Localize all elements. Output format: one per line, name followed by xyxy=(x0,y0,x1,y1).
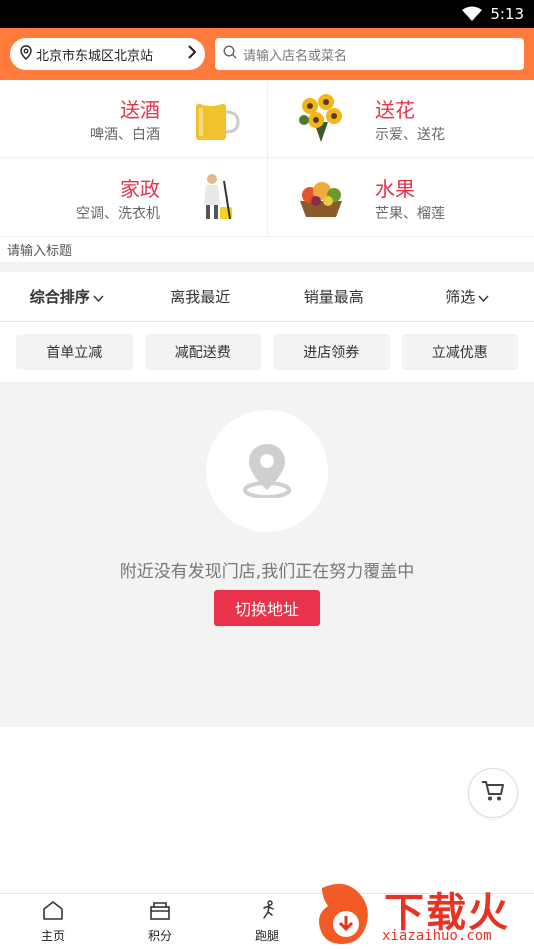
sort-label: 销量最高 xyxy=(303,288,364,306)
status-time: 5:13 xyxy=(490,5,524,23)
category-title: 送花 xyxy=(375,98,415,122)
category-subtitle: 啤酒、白酒 xyxy=(90,127,160,143)
promo-chip[interactable]: 减配送费 xyxy=(144,334,261,370)
nav-home[interactable]: 主页 xyxy=(23,900,83,944)
divider xyxy=(0,262,534,272)
promo-chip[interactable]: 首单立减 xyxy=(16,334,133,370)
location-pin-icon xyxy=(20,44,32,64)
chevron-down-icon xyxy=(93,288,104,306)
sort-comprehensive[interactable]: 综合排序 xyxy=(0,286,134,307)
promo-filters: 首单立减 减配送费 进店领券 立减优惠 xyxy=(16,334,518,370)
flame-logo-icon xyxy=(319,883,368,944)
search-input[interactable]: 请输入店名或菜名 xyxy=(215,38,524,70)
beer-mug-icon xyxy=(195,94,240,140)
category-subtitle: 空调、洗衣机 xyxy=(76,206,160,222)
category-fruit[interactable]: 水果 芒果、榴莲 xyxy=(267,159,534,237)
search-icon xyxy=(223,45,237,63)
fruit-basket-icon xyxy=(300,182,342,217)
nav-label: 积分 xyxy=(147,929,172,943)
status-bar: 5:13 xyxy=(0,0,534,28)
category-wine[interactable]: 送酒 啤酒、白酒 xyxy=(0,80,267,158)
sort-label: 离我最近 xyxy=(170,288,231,306)
wifi-icon xyxy=(462,6,483,22)
section-title-placeholder: 请输入标题 xyxy=(7,244,73,259)
watermark: 下载火 xiazaihuo.com xyxy=(314,878,534,949)
sunflower-bouquet-icon xyxy=(299,94,342,142)
sort-filter[interactable]: 筛选 xyxy=(401,286,534,307)
category-title: 水果 xyxy=(375,177,415,201)
empty-state-message: 附近没有发现门店,我们正在努力覆盖中 xyxy=(119,562,415,582)
promo-chip[interactable]: 进店领券 xyxy=(273,334,390,370)
cleaner-icon xyxy=(204,174,232,220)
location-text: 北京市东城区北京站 xyxy=(36,48,154,64)
category-subtitle: 示爱、送花 xyxy=(375,127,445,143)
search-placeholder: 请输入店名或菜名 xyxy=(243,48,348,64)
sort-label: 综合排序 xyxy=(29,288,90,306)
sort-nearest[interactable]: 离我最近 xyxy=(134,286,268,307)
category-title: 家政 xyxy=(120,177,160,201)
running-icon xyxy=(256,900,278,923)
empty-state: 附近没有发现门店,我们正在努力覆盖中 切换地址 xyxy=(0,382,534,727)
gift-icon xyxy=(149,900,171,923)
watermark-url: xiazaihuo.com xyxy=(382,928,492,944)
promo-chip[interactable]: 立减优惠 xyxy=(401,334,518,370)
location-pin-icon xyxy=(242,440,292,502)
category-housekeeping[interactable]: 家政 空调、洗衣机 xyxy=(0,159,267,237)
empty-state-illustration xyxy=(206,410,328,532)
switch-address-button[interactable]: 切换地址 xyxy=(214,590,320,626)
top-bar: 北京市东城区北京站 请输入店名或菜名 xyxy=(0,28,534,80)
sort-top-sales[interactable]: 销量最高 xyxy=(267,286,401,307)
home-icon xyxy=(42,900,64,923)
nav-label: 主页 xyxy=(40,929,65,943)
cart-button[interactable] xyxy=(468,768,518,818)
shopping-cart-icon xyxy=(481,780,505,806)
location-selector[interactable]: 北京市东城区北京站 xyxy=(10,38,205,70)
chevron-right-icon xyxy=(187,45,197,63)
chevron-down-icon xyxy=(478,288,489,306)
category-flowers[interactable]: 送花 示爱、送花 xyxy=(267,80,534,158)
category-subtitle: 芒果、榴莲 xyxy=(375,206,445,222)
nav-label: 跑腿 xyxy=(254,929,279,943)
nav-points[interactable]: 积分 xyxy=(130,900,190,944)
category-title: 送酒 xyxy=(120,98,160,122)
category-grid: 送酒 啤酒、白酒 送花 示爱、送花 家政 空调、洗衣机 水果 芒果、榴莲 xyxy=(0,80,534,237)
sort-bar: 综合排序 离我最近 销量最高 筛选 xyxy=(0,272,534,322)
nav-errand[interactable]: 跑腿 xyxy=(237,900,297,944)
sort-label: 筛选 xyxy=(445,288,476,306)
